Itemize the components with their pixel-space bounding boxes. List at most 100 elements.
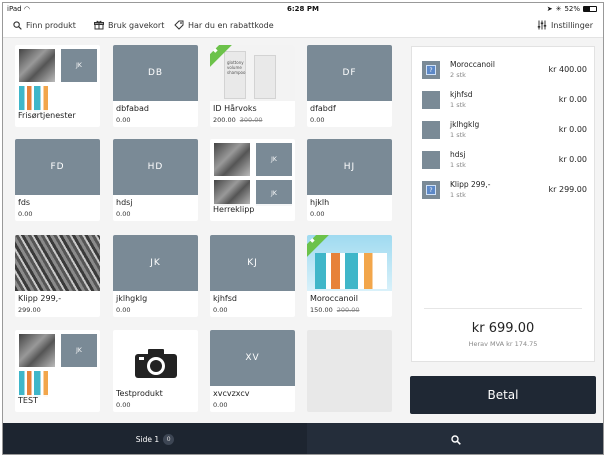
product-tile-jklhgklg[interactable]: JK jklhgklg 0.00 <box>113 235 198 317</box>
cart-line-price: kr 400.00 <box>548 65 587 74</box>
tile-price: 0.00 <box>310 116 325 124</box>
product-tile-hdsj[interactable]: HD hdsj 0.00 <box>113 139 198 221</box>
tile-name: Herreklipp <box>210 204 295 216</box>
cart-line-qty: 2 stk <box>450 71 466 79</box>
cart-line[interactable]: jklhgklg 1 stk kr 0.00 <box>422 119 587 143</box>
product-tile-moroccanoil[interactable]: ◆ Moroccanoil 150.00 200.00 <box>307 235 392 317</box>
product-grid: JK Frisørtjenester DB dbfabad 0.00 glott… <box>11 43 399 415</box>
discount-code-button[interactable]: Har du en rabattkode <box>174 20 274 30</box>
bottles-thumbnail <box>19 86 55 112</box>
initials-thumbnail: JK <box>256 143 292 176</box>
page-count-badge: 0 <box>163 434 175 445</box>
cart-line[interactable]: ? Klipp 299,- 1 stk kr 299.00 <box>422 179 587 203</box>
product-tile-dfabdf[interactable]: DF dfabdf 0.00 <box>307 45 392 127</box>
product-tile-dbfabad[interactable]: DB dbfabad 0.00 <box>113 45 198 127</box>
cart-line-name: hdsj <box>450 150 466 159</box>
category-tile-herreklipp[interactable]: JK JK Herreklipp <box>210 139 295 221</box>
product-tile-kjhfsd[interactable]: KJ kjhfsd 0.00 <box>210 235 295 317</box>
tile-name: Klipp 299,- <box>18 294 62 303</box>
tile-price: 0.00 <box>213 306 228 314</box>
tile-name: dfabdf <box>310 104 336 113</box>
tile-price: 0.00 <box>116 116 131 124</box>
category-tile-frisortjenester[interactable]: JK Frisørtjenester <box>15 45 100 127</box>
product-tile-testprodukt[interactable]: Testprodukt 0.00 <box>113 330 198 412</box>
category-tile-test[interactable]: JK TEST <box>15 330 100 412</box>
tile-name: fds <box>18 198 31 207</box>
location-icon: ➤ <box>546 5 553 13</box>
product-tile-hjklh[interactable]: HJ hjklh 0.00 <box>307 139 392 221</box>
sliders-icon <box>537 20 547 30</box>
cart-line[interactable]: hdsj 1 stk kr 0.00 <box>422 149 587 173</box>
cart-line-qty: 1 stk <box>450 101 466 109</box>
product-tile-xvcvzxcv[interactable]: XV xvcvzxcv 0.00 <box>210 330 295 412</box>
page-tab[interactable]: Side 1 0 <box>3 423 307 454</box>
cart-panel: ? Moroccanoil 2 stk kr 400.00 kjhfsd 1 s… <box>411 46 595 362</box>
initials-thumbnail: JK <box>61 49 97 82</box>
cart-line-name: Klipp 299,- <box>450 180 491 189</box>
cart-line-name: kjhfsd <box>450 90 473 99</box>
tile-name: jklhgklg <box>116 294 148 303</box>
cart-line[interactable]: ? Moroccanoil 2 stk kr 400.00 <box>422 59 587 83</box>
question-icon: ? <box>426 185 436 195</box>
settings-label: Instillinger <box>551 20 593 30</box>
hair-thumbnail <box>214 143 250 176</box>
cart-line-qty: 1 stk <box>450 161 466 169</box>
use-giftcard-label: Bruk gavekort <box>108 20 165 30</box>
cart-line-price: kr 0.00 <box>558 155 587 164</box>
settings-button[interactable]: Instillinger <box>537 20 593 30</box>
cart-line-name: jklhgklg <box>450 120 480 129</box>
tile-name: Testprodukt <box>116 389 163 398</box>
initials-thumbnail: JK <box>256 180 292 206</box>
tube-image <box>254 55 276 99</box>
product-tile-klipp-299[interactable]: Klipp 299,- 299.00 <box>15 235 100 317</box>
initials-swatch: HJ <box>307 139 392 195</box>
hair-thumbnail <box>19 49 55 82</box>
search-tab[interactable] <box>307 423 603 454</box>
tile-name: Frisørtjenester <box>15 110 100 122</box>
tile-price: 150.00 200.00 <box>310 306 360 314</box>
use-giftcard-button[interactable]: Bruk gavekort <box>94 20 164 30</box>
tube-image: glottony volume shampoo <box>224 51 246 99</box>
find-product-button[interactable]: Finn produkt <box>12 20 76 30</box>
clock: 6:28 PM <box>287 5 319 13</box>
gift-icon <box>94 20 104 30</box>
hair-image <box>15 235 100 291</box>
initials-swatch: JK <box>113 235 198 291</box>
bottles-image <box>315 253 387 289</box>
bluetooth-icon: ✳ <box>555 5 562 13</box>
product-tile-id-harvoks[interactable]: glottony volume shampoo ◆ ID Hårvoks 200.… <box>210 45 295 127</box>
tile-name: xvcvzxcv <box>213 389 250 398</box>
bottles-thumbnail <box>19 371 55 397</box>
sale-tag-icon: ◆ <box>213 47 218 54</box>
cart-line-name: Moroccanoil <box>450 60 495 69</box>
find-product-label: Finn produkt <box>26 20 76 30</box>
initials-thumbnail: JK <box>61 334 97 367</box>
initials-swatch: DB <box>113 45 198 101</box>
camera-icon <box>135 349 177 378</box>
pay-button[interactable]: Betal <box>410 376 596 414</box>
tile-name: Moroccanoil <box>310 294 358 303</box>
product-tile-fds[interactable]: FD fds 0.00 <box>15 139 100 221</box>
cart-total: kr 699.00 <box>471 321 535 336</box>
tile-name: hjklh <box>310 198 330 207</box>
tile-price: 0.00 <box>310 210 325 218</box>
tile-name: dbfabad <box>116 104 149 113</box>
cart-line[interactable]: kjhfsd 1 stk kr 0.00 <box>422 89 587 113</box>
app-frame: iPad ◠ 6:28 PM ➤ ✳ 52% Finn produkt Bruk… <box>2 2 604 455</box>
cart-line-qty: 1 stk <box>450 131 466 139</box>
battery-percent: 52% <box>564 5 580 13</box>
page-label: Side 1 <box>135 435 160 444</box>
bottom-bar: Side 1 0 <box>3 423 603 454</box>
cart-line-qty: 1 stk <box>450 191 466 199</box>
cart-thumb: ? <box>422 181 440 199</box>
tube-desc: volume shampoo <box>227 65 246 75</box>
cart-line-price: kr 0.00 <box>558 95 587 104</box>
search-icon <box>451 434 461 445</box>
initials-swatch: HD <box>113 139 198 195</box>
discount-code-label: Har du en rabattkode <box>188 20 274 30</box>
hair-thumbnail <box>214 180 250 206</box>
tile-name: kjhfsd <box>213 294 237 303</box>
tile-name: ID Hårvoks <box>213 104 257 113</box>
question-icon: ? <box>426 65 436 75</box>
empty-tile <box>307 330 392 412</box>
